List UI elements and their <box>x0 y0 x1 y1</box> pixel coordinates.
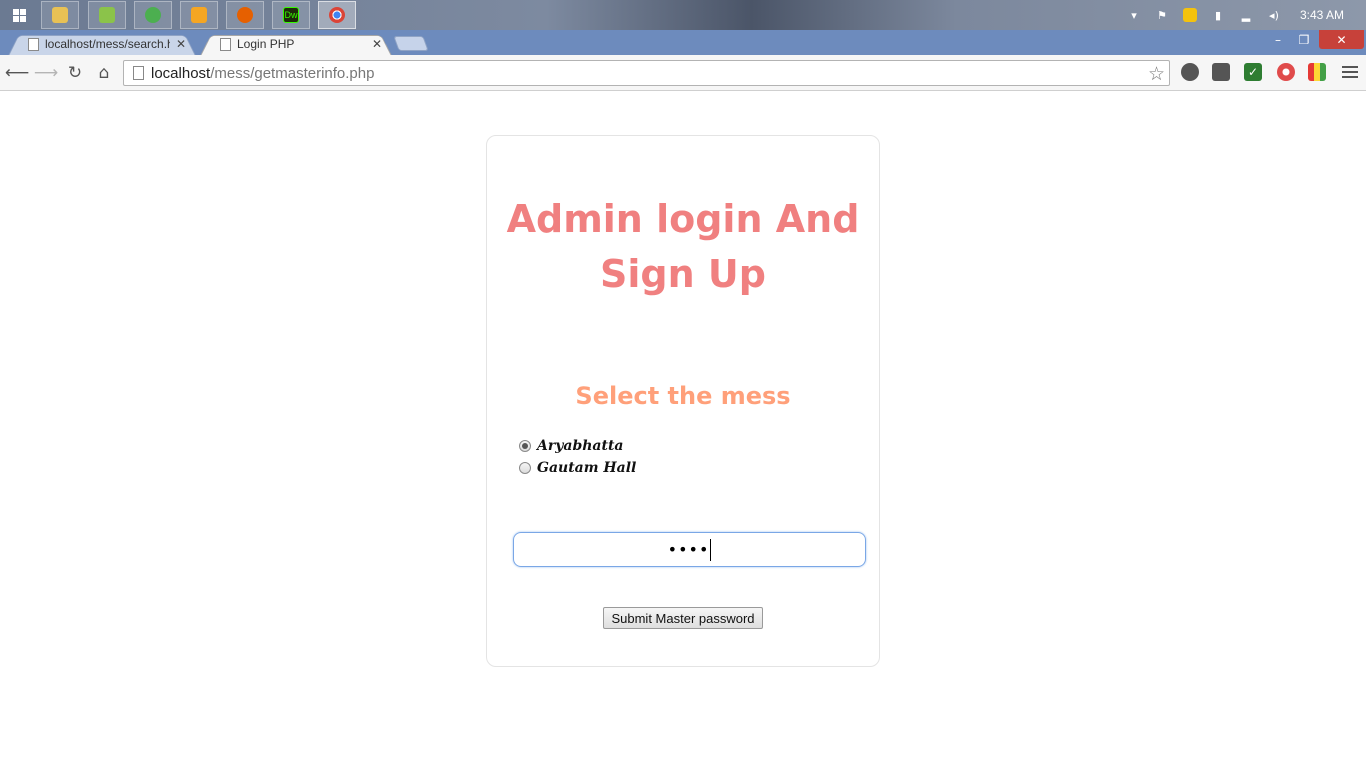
globe-icon <box>145 7 161 23</box>
extension-sun-icon[interactable] <box>1277 63 1295 81</box>
arrow-left-icon: ⟵ <box>4 63 30 83</box>
restore-button[interactable]: ❐ <box>1291 30 1317 49</box>
forward-button[interactable]: ⟶ <box>34 61 58 85</box>
media-player-icon <box>191 7 207 23</box>
tab-strip: localhost/mess/search.htm ✕ Login PHP ✕ <box>0 30 1366 56</box>
login-panel: Admin login And Sign Up Select the mess … <box>486 135 880 667</box>
url-host: localhost <box>151 64 211 82</box>
flag-icon[interactable]: ⚑ <box>1155 8 1169 22</box>
browser-toolbar: ⟵ ⟶ ↻ ⌂ localhost/mess/getmasterinfo.php… <box>0 55 1366 91</box>
radio-button[interactable] <box>519 440 531 452</box>
url-path: /mess/getmasterinfo.php <box>210 64 375 82</box>
home-icon: ⌂ <box>98 63 110 83</box>
arrow-right-icon: ⟶ <box>33 63 59 83</box>
minimize-button[interactable]: – <box>1265 30 1291 49</box>
battery-icon[interactable]: ▮ <box>1211 8 1225 22</box>
address-bar[interactable]: localhost/mess/getmasterinfo.php ☆ <box>123 60 1170 86</box>
back-button[interactable]: ⟵ <box>5 61 29 85</box>
submit-master-password-button[interactable]: Submit Master password <box>603 607 763 629</box>
signal-icon[interactable]: ▂ <box>1239 8 1253 22</box>
page-icon <box>28 37 39 51</box>
firefox-icon <box>237 7 253 23</box>
bookmark-star-icon[interactable]: ☆ <box>1148 63 1165 86</box>
taskbar-globe-app[interactable] <box>134 1 172 29</box>
reload-icon: ↻ <box>67 63 83 83</box>
radio-option-gautam-hall[interactable]: Gautam Hall <box>519 460 636 476</box>
taskbar-app[interactable] <box>88 1 126 29</box>
select-mess-heading: Select the mess <box>575 382 791 410</box>
dreamweaver-icon: Dw <box>283 7 299 23</box>
windows-logo-icon <box>12 8 26 22</box>
radio-button[interactable] <box>519 462 531 474</box>
page-icon <box>220 37 231 51</box>
taskbar-chrome[interactable] <box>318 1 356 29</box>
taskbar-media-player[interactable] <box>180 1 218 29</box>
app-icon <box>99 7 115 23</box>
pocket-icon[interactable] <box>1212 63 1230 81</box>
tab-login-php[interactable]: Login PHP ✕ <box>200 32 392 56</box>
master-password-input[interactable]: •••• <box>513 532 866 567</box>
system-tray: ▾ ⚑ ▮ ▂ ◂) 3:43 AM <box>1120 0 1366 30</box>
checkmark-extension-icon[interactable]: ✓ <box>1244 63 1262 81</box>
chevron-up-icon[interactable]: ▾ <box>1127 8 1141 22</box>
start-button[interactable] <box>4 3 34 27</box>
text-caret <box>710 538 712 561</box>
tab-title: localhost/mess/search.htm <box>45 37 170 51</box>
extension-octo-icon[interactable] <box>1181 63 1199 81</box>
close-icon[interactable]: ✕ <box>176 37 186 51</box>
page-title: Admin login And Sign Up <box>506 197 860 296</box>
radio-option-aryabhatta[interactable]: Aryabhatta <box>519 438 624 454</box>
volume-icon[interactable]: ◂) <box>1267 8 1281 22</box>
taskbar-dreamweaver[interactable]: Dw <box>272 1 310 29</box>
reload-button[interactable]: ↻ <box>63 61 87 85</box>
home-button[interactable]: ⌂ <box>92 61 116 85</box>
taskbar: Dw ▾ ⚑ ▮ ▂ ◂) 3:43 AM <box>0 0 1366 30</box>
taskbar-firefox[interactable] <box>226 1 264 29</box>
radio-label: Aryabhatta <box>537 438 624 454</box>
app-tray-icon[interactable] <box>1182 8 1197 22</box>
file-explorer-icon <box>52 7 68 23</box>
tab-search[interactable]: localhost/mess/search.htm ✕ <box>8 32 196 56</box>
close-icon[interactable]: ✕ <box>372 37 382 51</box>
taskbar-file-explorer[interactable] <box>41 1 79 29</box>
extension-tv-icon[interactable] <box>1308 63 1326 81</box>
close-window-button[interactable]: ✕ <box>1319 30 1364 49</box>
password-mask: •••• <box>667 540 710 559</box>
chrome-icon <box>329 7 345 23</box>
radio-label: Gautam Hall <box>537 460 637 476</box>
new-tab-button[interactable] <box>393 36 429 51</box>
clock[interactable]: 3:43 AM <box>1300 8 1344 22</box>
menu-icon[interactable] <box>1342 64 1358 80</box>
page-icon <box>133 66 144 80</box>
tab-title: Login PHP <box>237 37 295 51</box>
